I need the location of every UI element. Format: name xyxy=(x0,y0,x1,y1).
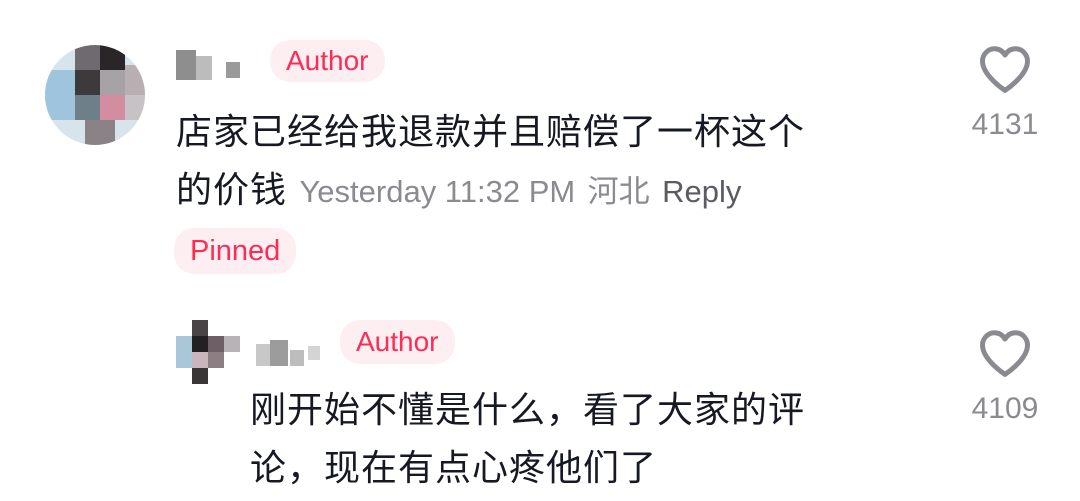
like-button[interactable]: 4131 xyxy=(955,44,1055,142)
avatar[interactable] xyxy=(176,320,240,384)
comment-text: 刚开始不懂是什么，看了大家的评 论，现在有点心疼他们了 xyxy=(250,382,950,498)
username[interactable] xyxy=(256,336,326,368)
comment-text-tail: 的价钱 xyxy=(176,170,288,211)
comment-text: 店家已经给我退款并且赔偿了一杯这个 的价钱 Yesterday 11:32 PM… xyxy=(176,104,936,221)
avatar[interactable] xyxy=(45,45,145,145)
like-count: 4109 xyxy=(971,392,1039,425)
heart-outline-icon xyxy=(980,330,1030,377)
comment-item: Author 店家已经给我退款并且赔偿了一杯这个 的价钱 Yesterday 1… xyxy=(0,0,1080,300)
author-badge: Author xyxy=(340,320,455,364)
location: 河北 xyxy=(587,174,650,209)
author-badge: Author xyxy=(270,40,385,82)
reply-button[interactable]: Reply xyxy=(662,174,741,209)
heart-outline-icon xyxy=(980,46,1030,93)
username[interactable] xyxy=(176,50,246,82)
like-button[interactable]: 4109 xyxy=(955,328,1055,426)
comment-text-line: 刚开始不懂是什么，看了大家的评 xyxy=(250,390,806,431)
pinned-badge: Pinned xyxy=(174,228,297,274)
reply-comment-item: Author 刚开始不懂是什么，看了大家的评 论，现在有点心疼他们了 4109 xyxy=(0,300,1080,501)
comment-text-line: 的价钱 Yesterday 11:32 PM 河北 Reply xyxy=(176,162,936,221)
timestamp: Yesterday 11:32 PM xyxy=(299,174,576,209)
comment-text-line: 论，现在有点心疼他们了 xyxy=(250,448,658,489)
like-count: 4131 xyxy=(971,108,1039,141)
comment-text-line: 店家已经给我退款并且赔偿了一杯这个 xyxy=(176,112,806,153)
